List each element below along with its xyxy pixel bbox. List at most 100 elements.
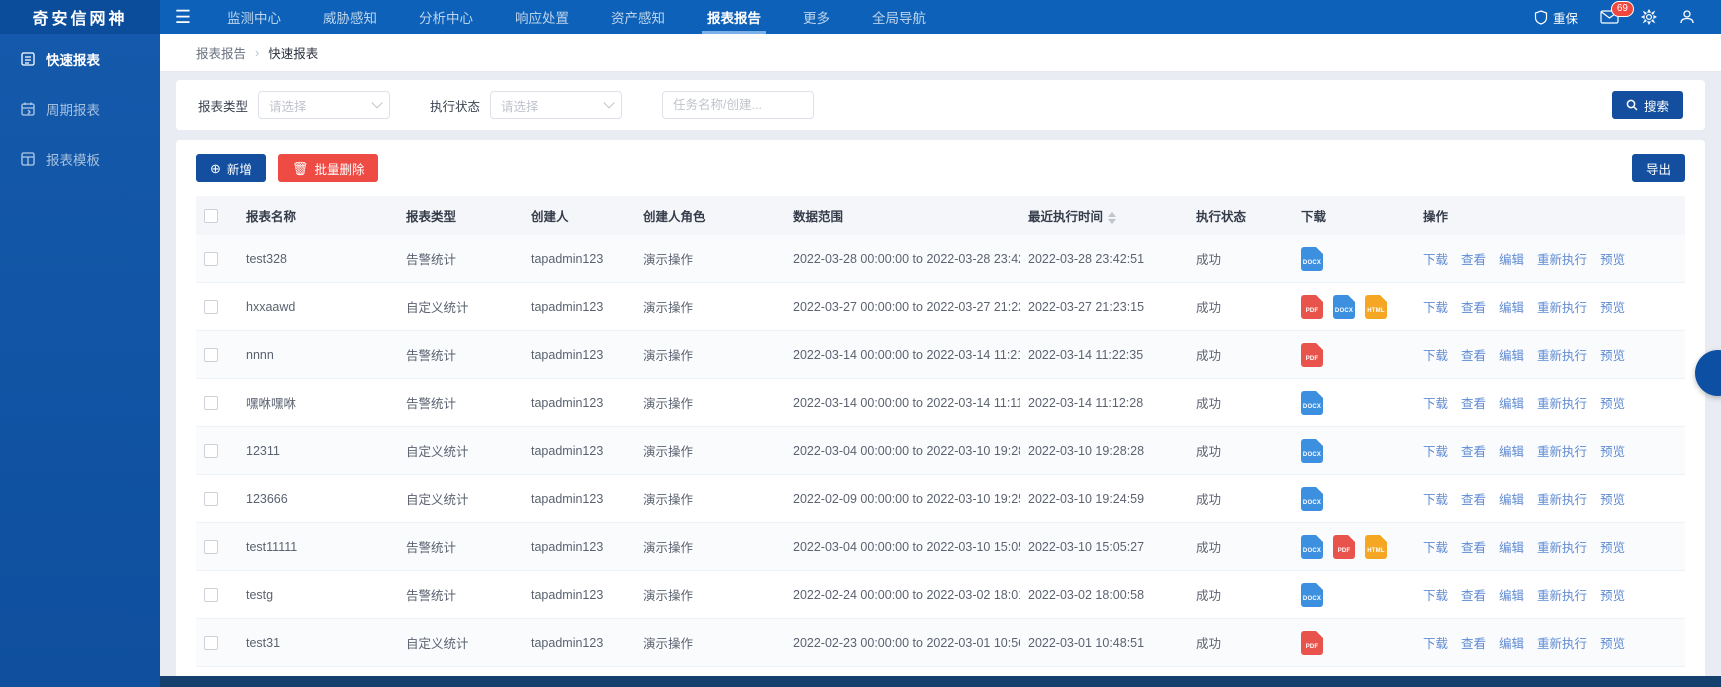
cell-last-exec-time: 2022-03-27 21:23:15 [1020,282,1188,331]
row-checkbox[interactable] [204,539,218,554]
menu-toggle-icon[interactable]: ☰ [160,0,206,34]
re-execute-link[interactable]: 重新执行 [1537,445,1587,459]
exec-status-select[interactable]: 请选择 [490,91,623,119]
download-link[interactable]: 下载 [1423,397,1448,411]
batch-delete-button[interactable]: 🗑 批量删除 [277,154,379,182]
docx-file-icon[interactable]: DOCX [1301,246,1323,271]
re-execute-link[interactable]: 重新执行 [1537,589,1587,603]
view-link[interactable]: 查看 [1461,301,1486,315]
report-type-select[interactable]: 请选择 [258,91,391,119]
preview-link[interactable]: 预览 [1600,637,1625,651]
nav-item-more[interactable]: 更多 [782,0,851,34]
row-checkbox[interactable] [204,299,218,314]
docx-file-icon[interactable]: DOCX [1301,486,1323,511]
sidebar-item-report-template[interactable]: 报表模板 [0,134,160,184]
edit-link[interactable]: 编辑 [1499,589,1524,603]
download-link[interactable]: 下载 [1423,493,1448,507]
row-checkbox[interactable] [204,347,218,362]
sidebar-item-quick-report[interactable]: 快速报表 [0,34,160,84]
breadcrumb-root[interactable]: 报表报告 [196,43,246,62]
settings-button[interactable] [1641,9,1657,25]
edit-link[interactable]: 编辑 [1499,493,1524,507]
download-link[interactable]: 下载 [1423,445,1448,459]
row-checkbox[interactable] [204,587,218,602]
sidebar-item-periodic-report[interactable]: 周期报表 [0,84,160,134]
download-link[interactable]: 下载 [1423,301,1448,315]
re-execute-link[interactable]: 重新执行 [1537,397,1587,411]
download-link[interactable]: 下载 [1423,541,1448,555]
edit-link[interactable]: 编辑 [1499,541,1524,555]
sidebar-item-label: 报表模板 [46,153,100,168]
preview-link[interactable]: 预览 [1600,397,1625,411]
nav-item-monitor-center[interactable]: 监测中心 [206,0,302,34]
search-button[interactable]: 搜索 [1611,91,1683,119]
view-link[interactable]: 查看 [1461,253,1486,267]
pdf-file-icon[interactable]: PDF [1301,630,1323,655]
pdf-file-icon[interactable]: PDF [1333,534,1355,559]
preview-link[interactable]: 预览 [1600,301,1625,315]
docx-file-icon[interactable]: DOCX [1301,438,1323,463]
view-link[interactable]: 查看 [1461,349,1486,363]
row-checkbox[interactable] [204,635,218,650]
download-link[interactable]: 下载 [1423,637,1448,651]
docx-file-icon[interactable]: DOCX [1301,534,1323,559]
zhongbao-shield-button[interactable]: 重保 [1534,8,1578,27]
preview-link[interactable]: 预览 [1600,253,1625,267]
re-execute-link[interactable]: 重新执行 [1537,349,1587,363]
re-execute-link[interactable]: 重新执行 [1537,301,1587,315]
html-file-icon[interactable]: HTML [1365,294,1387,319]
nav-item-threat-awareness[interactable]: 威胁感知 [302,0,398,34]
nav-item-asset-awareness[interactable]: 资产感知 [590,0,686,34]
download-link[interactable]: 下载 [1423,589,1448,603]
preview-link[interactable]: 预览 [1600,589,1625,603]
re-execute-link[interactable]: 重新执行 [1537,541,1587,555]
pdf-file-icon[interactable]: PDF [1301,294,1323,319]
select-all-checkbox[interactable] [204,208,218,223]
preview-link[interactable]: 预览 [1600,349,1625,363]
user-account-button[interactable] [1679,9,1695,25]
edit-link[interactable]: 编辑 [1499,253,1524,267]
row-checkbox[interactable] [204,491,218,506]
docx-file-icon[interactable]: DOCX [1301,582,1323,607]
cell-exec-status: 成功 [1188,618,1293,667]
edit-link[interactable]: 编辑 [1499,349,1524,363]
view-link[interactable]: 查看 [1461,445,1486,459]
preview-link[interactable]: 预览 [1600,493,1625,507]
header-last-exec-time[interactable]: 最近执行时间 [1020,196,1188,235]
re-execute-link[interactable]: 重新执行 [1537,493,1587,507]
mail-button[interactable]: 69 [1600,1,1634,24]
view-link[interactable]: 查看 [1461,541,1486,555]
row-checkbox[interactable] [204,251,218,266]
edit-link[interactable]: 编辑 [1499,637,1524,651]
download-link[interactable]: 下载 [1423,349,1448,363]
keyword-search-input[interactable] [662,91,815,119]
download-link[interactable]: 下载 [1423,253,1448,267]
nav-item-global-nav[interactable]: 全局导航 [851,0,947,34]
nav-item-analysis-center[interactable]: 分析中心 [398,0,494,34]
docx-file-icon[interactable]: DOCX [1333,294,1355,319]
view-link[interactable]: 查看 [1461,589,1486,603]
docx-file-icon[interactable]: DOCX [1301,390,1323,415]
edit-link[interactable]: 编辑 [1499,301,1524,315]
table-row: test328 告警统计 tapadmin123 演示操作 2022-03-28 00:… [196,235,1685,283]
nav-item-response[interactable]: 响应处置 [494,0,590,34]
export-button[interactable]: 导出 [1631,154,1685,182]
pdf-file-icon[interactable]: PDF [1301,342,1323,367]
edit-link[interactable]: 编辑 [1499,445,1524,459]
chevron-down-icon [603,97,615,109]
row-checkbox[interactable] [204,395,218,410]
view-link[interactable]: 查看 [1461,637,1486,651]
view-link[interactable]: 查看 [1461,397,1486,411]
re-execute-link[interactable]: 重新执行 [1537,637,1587,651]
row-checkbox[interactable] [204,443,218,458]
nav-item-reports[interactable]: 报表报告 [686,0,782,34]
html-file-icon[interactable]: HTML [1365,534,1387,559]
edit-link[interactable]: 编辑 [1499,397,1524,411]
re-execute-link[interactable]: 重新执行 [1537,253,1587,267]
sort-icon[interactable] [1108,211,1117,224]
add-button[interactable]: ⊕ 新增 [196,154,266,182]
cell-report-name: nnnn [238,330,398,379]
view-link[interactable]: 查看 [1461,493,1486,507]
preview-link[interactable]: 预览 [1600,541,1625,555]
preview-link[interactable]: 预览 [1600,445,1625,459]
